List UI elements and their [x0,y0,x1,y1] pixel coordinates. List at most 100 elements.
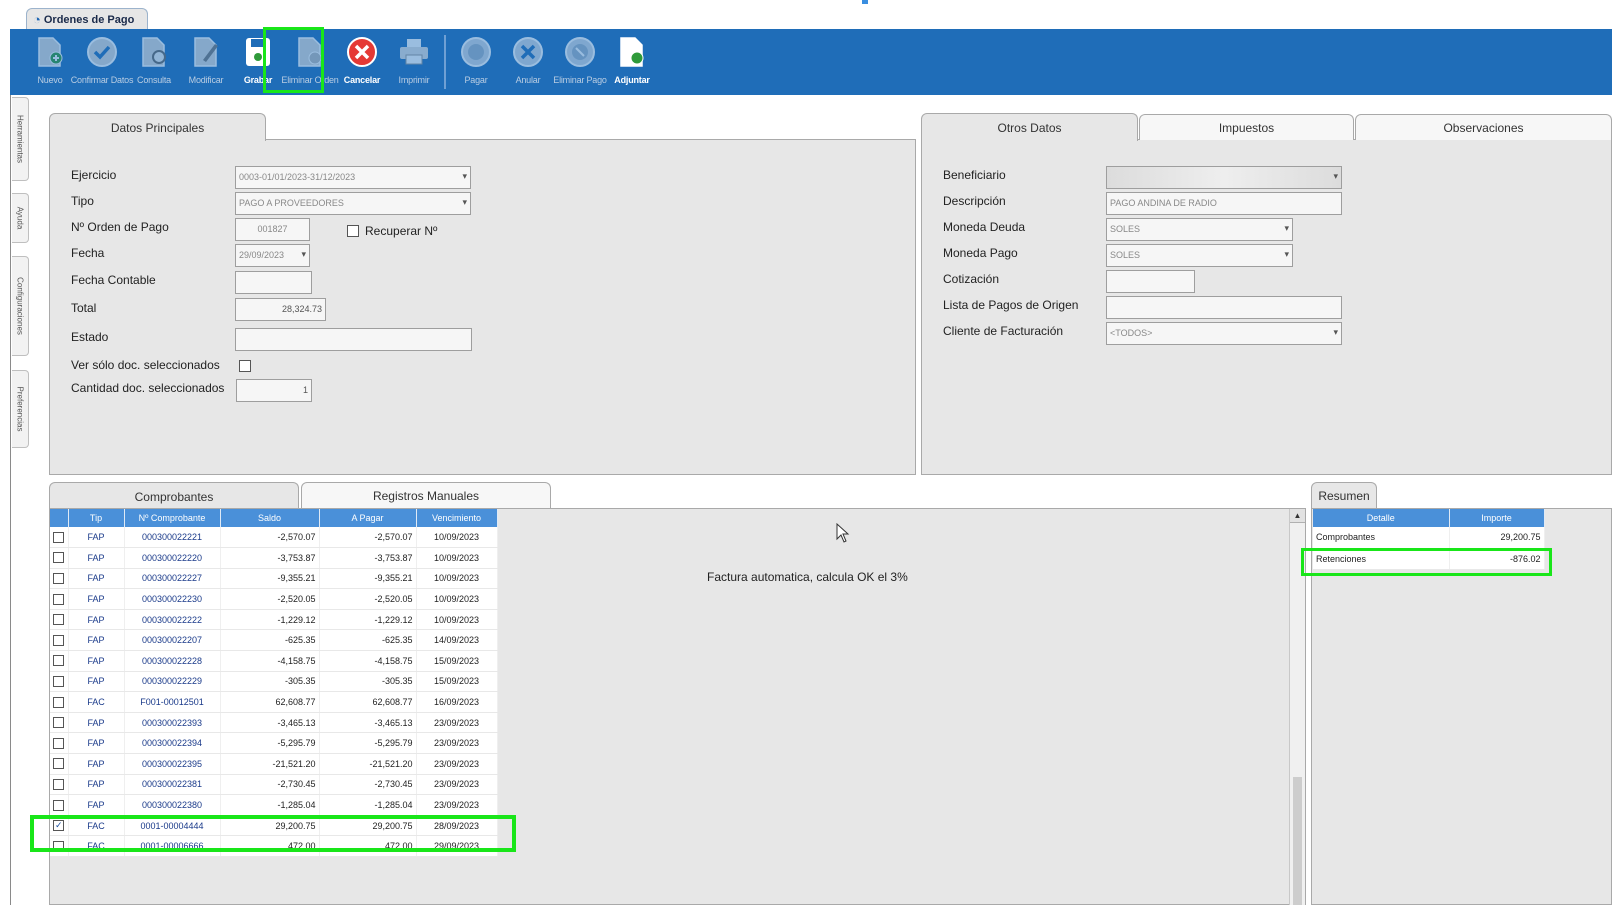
nuevo-button[interactable]: Nuevo [24,29,76,93]
comprobantes-table-body: FAP 000300022221 -2,570.07 -2,570.07 10/09/2… [50,527,498,857]
fecha-contable-field[interactable] [235,271,312,294]
moneda-pago-select[interactable]: SOLES [1106,244,1293,267]
row-checkbox[interactable] [53,676,65,688]
recuperar-checkbox[interactable] [347,225,359,237]
descripcion-field[interactable]: PAGO ANDINA DE RADIO [1106,192,1342,215]
row-checkbox[interactable] [53,758,65,770]
estado-field[interactable] [235,328,472,351]
tab-impuestos[interactable]: Impuestos [1139,114,1354,140]
tab-comprobantes[interactable]: Comprobantes [49,482,299,510]
adjuntar-button[interactable]: Adjuntar [606,29,658,93]
table-row[interactable]: FAP 000300022394 -5,295.79 -5,295.79 23/09/2… [50,732,498,755]
cell-apagar: -1,229.12 [319,609,417,631]
table-row[interactable]: FAC F001-00012501 62,608.77 62,608.77 16/09/… [50,691,498,713]
side-tab-herramientas[interactable]: Herramientas [12,97,29,181]
side-tab-configuraciones[interactable]: Configuraciones [12,256,29,356]
cell-saldo: -9,355.21 [220,568,320,590]
table-row[interactable]: FAP 000300022229 -305.35 -305.35 15/09/2023 [50,671,498,693]
total-field[interactable]: 28,324.73 [235,298,326,321]
cell-vencimiento: 16/09/2023 [416,691,498,713]
row-checkbox[interactable] [53,799,65,811]
ejercicio-label: Ejercicio [71,168,117,182]
pagar-label: Pagar [464,75,488,85]
row-checkbox[interactable] [53,552,65,564]
table-row[interactable]: FAP 000300022395 -21,521.20 -21,521.20 23/09… [50,753,498,775]
row-checkbox[interactable] [53,573,65,585]
anular-button[interactable]: Anular [502,29,554,93]
cell-comprobante: 000300022222 [124,609,221,631]
row-checkbox[interactable] [53,696,65,708]
cell-vencimiento: 10/09/2023 [416,568,498,590]
consulta-button[interactable]: Consulta [128,29,180,93]
col-saldo-header[interactable]: Saldo [220,509,320,527]
ver-solo-checkbox[interactable] [239,360,251,372]
tab-observaciones[interactable]: Observaciones [1355,114,1612,140]
table-row[interactable]: FAP 000300022221 -2,570.07 -2,570.07 10/09/2… [50,527,498,549]
table-row[interactable]: FAP 000300022230 -2,520.05 -2,520.05 10/09/2… [50,588,498,610]
cancelar-button[interactable]: Cancelar [336,29,388,93]
side-tab-configuraciones-label: Configuraciones [15,277,25,335]
cell-saldo: -5,295.79 [220,732,320,755]
row-checkbox[interactable] [53,717,65,729]
col-tip-header[interactable]: Tip [68,509,125,527]
cell-vencimiento: 10/09/2023 [416,547,498,569]
window-tab-ordenes-de-pago[interactable]: ◔ Ordenes de Pago [26,8,148,30]
row-checkbox[interactable] [53,614,65,626]
modificar-button[interactable]: Modificar [180,29,232,93]
table-row[interactable]: FAP 000300022207 -625.35 -625.35 14/09/2023 [50,629,498,652]
row-checkbox[interactable] [53,593,65,605]
pagar-button[interactable]: Pagar [450,29,502,93]
tab-datos-principales[interactable]: Datos Principales [49,113,266,141]
row-checkbox[interactable] [53,531,65,543]
beneficiario-select[interactable] [1106,166,1342,189]
tab-registros-manuales[interactable]: Registros Manuales [301,482,551,508]
cotizacion-field[interactable] [1106,270,1195,293]
lista-pagos-label: Lista de Pagos de Origen [943,298,1079,312]
row-checkbox-cell [50,732,69,755]
fecha-label: Fecha [71,246,105,260]
toolbar: Nuevo Confirmar Datos Consulta Modificar… [10,29,1612,95]
col-vencimiento-header[interactable]: Vencimiento [416,509,498,527]
table-row[interactable]: FAP 000300022228 -4,158.75 -4,158.75 15/09/2… [50,650,498,672]
cantidad-field[interactable]: 1 [236,379,312,402]
side-divider [10,95,11,905]
cliente-select[interactable]: <TODOS> [1106,322,1342,345]
row-checkbox[interactable] [53,655,65,667]
table-row[interactable]: FAP 000300022222 -1,229.12 -1,229.12 10/09/2… [50,609,498,631]
cell-saldo: -2,570.07 [220,527,320,549]
window-tab-label: Ordenes de Pago [43,13,135,26]
table-row[interactable]: FAP 000300022380 -1,285.04 -1,285.04 23/09/2… [50,794,498,816]
tab-otros-datos[interactable]: Otros Datos [921,113,1138,141]
table-row[interactable]: FAP 000300022393 -3,465.13 -3,465.13 23/09/2… [50,712,498,734]
table-header-row: Tip Nº Comprobante Saldo A Pagar Vencimi… [50,509,498,527]
table-row[interactable]: FAP 000300022220 -3,753.87 -3,753.87 10/09/2… [50,547,498,569]
table-row[interactable]: FAP 000300022381 -2,730.45 -2,730.45 23/09/2… [50,774,498,796]
cell-tip: FAP [68,629,125,652]
row-checkbox[interactable] [53,778,65,790]
scroll-up-arrow-icon[interactable]: ▲ [1290,509,1305,523]
lista-pagos-field[interactable] [1106,296,1342,319]
side-tab-ayuda[interactable]: Ayuda [12,193,29,243]
row-checkbox-cell [50,712,69,734]
col-comprobante-header[interactable]: Nº Comprobante [124,509,221,527]
col-apagar-header[interactable]: A Pagar [319,509,417,527]
orden-field[interactable]: 001827 [235,218,310,241]
row-checkbox[interactable] [53,634,65,646]
moneda-deuda-select[interactable]: SOLES [1106,218,1293,241]
table-row[interactable]: FAP 000300022227 -9,355.21 -9,355.21 10/09/2… [50,568,498,590]
beneficiario-label: Beneficiario [943,168,1006,182]
eliminar-pago-button[interactable]: Eliminar Pago [553,29,607,93]
fecha-field[interactable]: 29/09/2023 [235,244,310,267]
row-checkbox[interactable] [53,737,65,749]
confirmar-datos-button[interactable]: Confirmar Datos [71,29,133,93]
tipo-select[interactable]: PAGO A PROVEEDORES [235,192,471,215]
tab-resumen[interactable]: Resumen [1311,482,1377,508]
ejercicio-select[interactable]: 0003-01/01/2023-31/12/2023 [235,166,471,189]
cancel-circle-icon [345,35,379,69]
cell-comprobante: 000300022380 [124,794,221,816]
side-tab-preferencias[interactable]: Preferencias [12,370,29,448]
orden-label: Nº Orden de Pago [71,220,169,234]
imprimir-button[interactable]: Imprimir [388,29,440,93]
scroll-thumb[interactable] [1293,777,1302,905]
cell-saldo: -1,285.04 [220,794,320,816]
